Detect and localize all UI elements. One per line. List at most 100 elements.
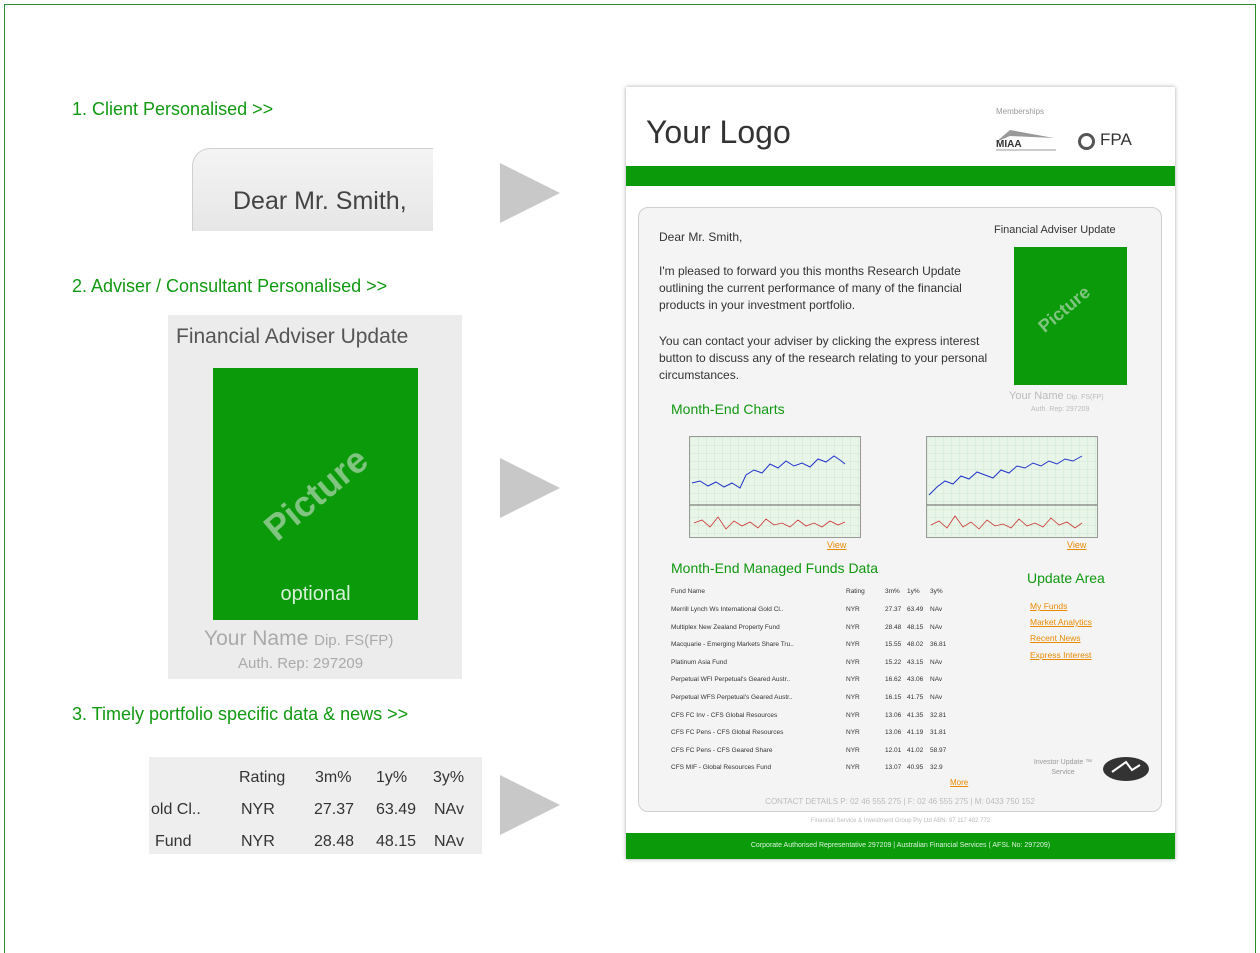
view-chart-2-link[interactable]: View <box>1067 540 1086 550</box>
adviser-name: Your Name Dip. FS(FP) <box>204 627 394 650</box>
funds-table-cell: NYR <box>846 676 860 684</box>
contact-details: CONTACT DETAILS P: 02 46 555 275 | F: 02… <box>765 797 1035 806</box>
funds-table-cell: NYR <box>846 641 860 649</box>
line-chart-thumbnail <box>690 437 860 537</box>
express-interest-link[interactable]: Express Interest <box>1030 650 1091 660</box>
table-cell: NAv <box>434 833 464 850</box>
table-cell: NAv <box>434 801 464 818</box>
table-cell: old Cl.. <box>151 801 201 818</box>
table-cell: NYR <box>241 833 275 850</box>
newsletter-document: Your Logo Memberships MIAA FPA Dear Mr. … <box>626 87 1175 859</box>
funds-table-cell: 40.95 <box>907 764 924 772</box>
funds-table-cell: 13.07 <box>885 764 902 772</box>
funds-table-cell: NYR <box>846 746 860 754</box>
picture-watermark: Picture <box>255 438 376 549</box>
funds-table-cell: 15.22 <box>885 658 902 666</box>
service-logo-icon <box>1103 757 1149 781</box>
chart-thumbnail <box>689 436 861 538</box>
doc-greeting: Dear Mr. Smith, <box>659 230 743 244</box>
client-greeting: Dear Mr. Smith, <box>233 187 407 215</box>
client-greeting-card: Dear Mr. Smith, <box>192 148 433 231</box>
recent-news-link[interactable]: Recent News <box>1030 633 1081 643</box>
funds-table-cell: NYR <box>846 694 860 701</box>
memberships-label: Memberships <box>996 107 1045 116</box>
data-preview-table: Rating 3m% 1y% 3y% old Cl.. NYR 27.37 63… <box>149 757 482 854</box>
adviser-card: Financial Adviser Update Picture optiona… <box>168 315 462 679</box>
funds-table-cell: CFS MIF - Global Resources Fund <box>671 764 772 772</box>
funds-table-cell: 41.02 <box>907 746 924 754</box>
more-link[interactable]: More <box>950 778 968 787</box>
funds-heading: Month-End Managed Funds Data <box>671 560 879 576</box>
chart-thumbnail <box>926 436 1098 538</box>
line-chart-thumbnail <box>927 437 1097 537</box>
funds-table-cell: 48.02 <box>907 641 924 649</box>
funds-table-cell: 32.81 <box>930 711 947 719</box>
funds-table-cell: NYR <box>846 729 860 737</box>
funds-table-cell: 41.35 <box>907 711 924 719</box>
adviser-update-title: Financial Adviser Update <box>176 325 409 348</box>
funds-table-cell: Merrill Lynch Ws International Gold Cl.. <box>671 606 784 613</box>
charts-heading: Month-End Charts <box>671 401 785 417</box>
funds-table-cell: 41.19 <box>907 729 924 737</box>
funds-table-cell: NAv <box>930 658 943 666</box>
picture-watermark: Picture <box>1034 281 1094 337</box>
header-rating: Rating <box>239 769 286 786</box>
funds-table-cell: Macquarie - Emerging Markets Share Tru.. <box>671 641 794 649</box>
footer-bar: Corporate Authorised Representative 2972… <box>626 833 1175 859</box>
funds-table-cell: Multiplex New Zealand Property Fund <box>671 623 780 631</box>
step-3-label: 3. Timely portfolio specific data & news… <box>72 704 409 724</box>
fpa-ring-icon <box>1078 133 1095 150</box>
arrow-right-icon <box>500 163 560 223</box>
table-cell: 28.48 <box>314 833 355 850</box>
funds-table-cell: CFS FC Pens - CFS Geared Share <box>671 746 773 754</box>
funds-header-cell: Rating <box>846 588 865 595</box>
adviser-picture-placeholder: Picture optional <box>213 368 418 620</box>
funds-table-cell: 43.06 <box>907 676 924 684</box>
doc-adviser-update: Financial Adviser Update <box>994 224 1116 236</box>
view-chart-1-link[interactable]: View <box>827 540 846 550</box>
table-cell: 63.49 <box>376 801 417 818</box>
table-cell: NYR <box>241 801 275 818</box>
market-analytics-link[interactable]: Market Analytics <box>1030 617 1092 627</box>
funds-table-cell: 63.49 <box>907 606 924 613</box>
funds-table-cell: NYR <box>846 711 860 719</box>
funds-table-cell: 31.81 <box>930 729 947 737</box>
my-funds-link[interactable]: My Funds <box>1030 601 1067 611</box>
funds-table-cell: Perpetual WFI Perpetual's Geared Austr.. <box>671 676 791 684</box>
funds-table-cell: 12.01 <box>885 746 902 754</box>
funds-table-cell: 36.81 <box>930 641 947 649</box>
funds-table-cell: NAv <box>930 606 943 613</box>
funds-table-cell: CFS FC Inv - CFS Global Resources <box>671 711 778 719</box>
optional-label: optional <box>280 583 351 605</box>
service-badge-text: Investor Update ™ Service <box>1033 759 1093 776</box>
doc-auth-rep: Auth. Rep: 297209 <box>1031 406 1090 413</box>
funds-table-cell: 13.06 <box>885 711 902 719</box>
fpa-logo: FPA <box>1078 130 1132 150</box>
funds-table-cell: NYR <box>846 764 860 772</box>
funds-table-cell: NYR <box>846 623 860 631</box>
header-1y: 1y% <box>376 769 408 786</box>
table-cell: 27.37 <box>314 801 355 818</box>
adviser-auth-rep: Auth. Rep: 297209 <box>238 655 364 672</box>
funds-table-cell: 41.75 <box>907 694 924 701</box>
funds-table-cell: NAv <box>930 676 943 684</box>
funds-header-cell: 1y% <box>907 588 920 595</box>
funds-table-cell: NAv <box>930 694 943 701</box>
miaa-logo: MIAA <box>996 124 1056 152</box>
funds-table-cell: CFS FC Pens - CFS Global Resources <box>671 729 784 737</box>
step-2-label: 2. Adviser / Consultant Personalised >> <box>72 276 388 296</box>
update-area-heading: Update Area <box>1027 570 1105 586</box>
funds-table-cell: 15.55 <box>885 641 902 649</box>
funds-table-cell: 48.15 <box>907 623 924 631</box>
logo-placeholder: Your Logo <box>646 114 791 150</box>
header-3m: 3m% <box>315 769 352 786</box>
doc-para-1: I'm pleased to forward you this months R… <box>659 264 962 312</box>
header-bar <box>626 166 1175 186</box>
arrow-right-icon <box>500 458 560 518</box>
funds-header-cell: 3y% <box>930 588 943 595</box>
funds-table-cell: 32.9 <box>930 764 943 772</box>
table-cell: 48.15 <box>376 833 417 850</box>
funds-table-cell: 28.48 <box>885 623 902 631</box>
funds-table-cell: Perpetual WFS Perpetual's Geared Austr.. <box>671 694 793 701</box>
funds-table-cell: 13.06 <box>885 729 902 737</box>
